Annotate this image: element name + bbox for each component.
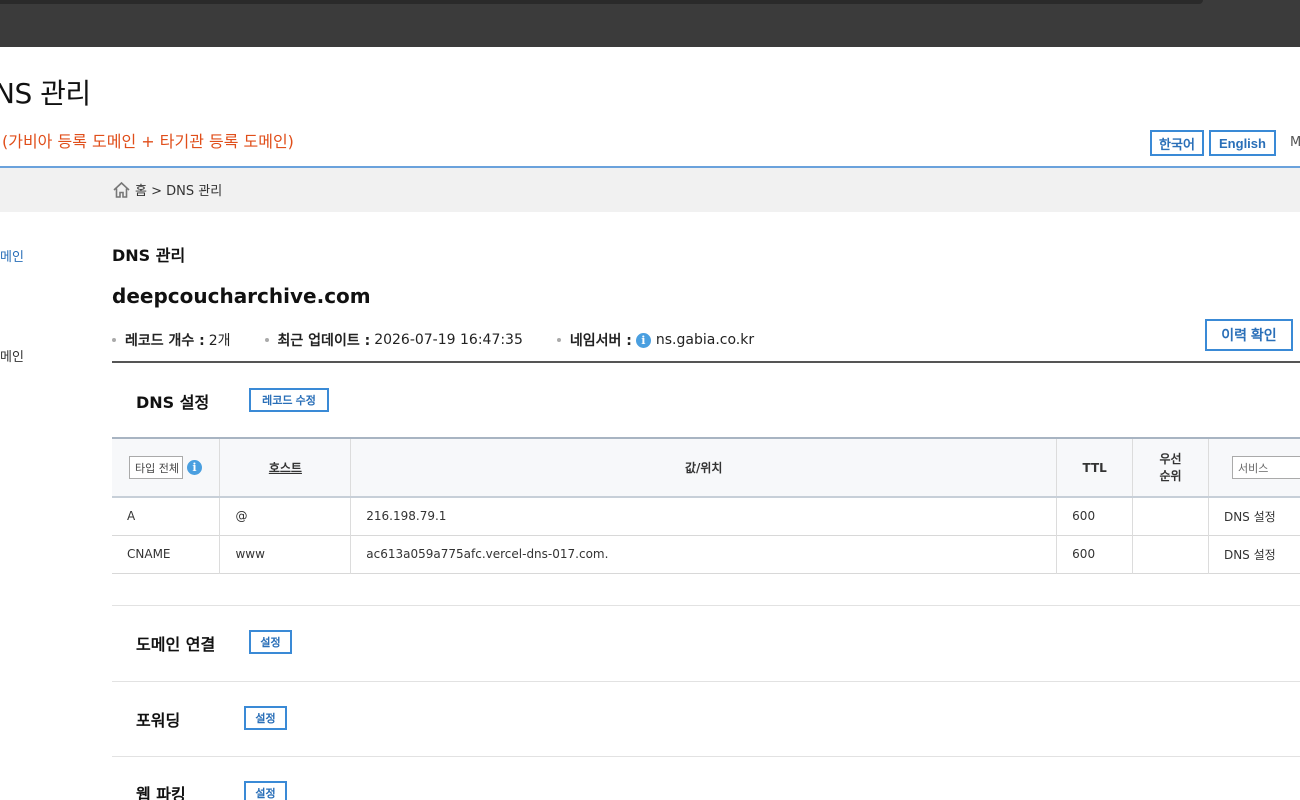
- dns-records-table: 타입 전체 i 호스트 값/위치 TTL 우선 순위 서비스 A @ 216.1…: [112, 437, 1300, 574]
- breadcrumb-text: 홈 > DNS 관리: [135, 184, 223, 199]
- page-title: NS 관리: [0, 77, 91, 110]
- record-count: 레코드 개수 : 2개: [112, 330, 231, 350]
- table-header-row: 타입 전체 i 호스트 값/위치 TTL 우선 순위 서비스: [112, 438, 1300, 497]
- domain-link-settings-button[interactable]: 설정: [249, 630, 292, 654]
- section-title: DNS 관리: [112, 246, 186, 265]
- browser-topbar: [0, 0, 1300, 47]
- service-header: 서비스: [1208, 438, 1300, 497]
- type-filter-select[interactable]: 타입 전체: [129, 456, 183, 479]
- bullet-icon: [556, 338, 561, 342]
- record-host: www: [219, 535, 352, 573]
- lang-korean-button[interactable]: 한국어: [1150, 130, 1204, 156]
- record-type: A: [112, 497, 221, 535]
- web-parking-settings-button[interactable]: 설정: [244, 781, 287, 800]
- sidebar-item-2[interactable]: 메인: [0, 346, 24, 365]
- host-header[interactable]: 호스트: [219, 438, 352, 497]
- last-update: 최근 업데이트 : 2026-07-19 16:47:35: [264, 330, 523, 350]
- web-parking-title: 웹 파킹: [136, 785, 186, 800]
- service-filter-select[interactable]: 서비스: [1231, 456, 1300, 479]
- breadcrumb: 홈 > DNS 관리: [112, 180, 222, 199]
- info-icon[interactable]: i: [187, 460, 202, 475]
- record-value: ac613a059a775afc.vercel-dns-017.com.: [350, 535, 1058, 573]
- domain-meta: 레코드 개수 : 2개 최근 업데이트 : 2026-07-19 16:47:3…: [112, 330, 788, 350]
- forwarding-title: 포워딩: [136, 711, 181, 730]
- history-button[interactable]: 이력 확인: [1205, 319, 1293, 351]
- edit-records-button[interactable]: 레코드 수정: [249, 388, 329, 412]
- topbar-edge: [0, 0, 1203, 4]
- bullet-icon: [264, 338, 269, 342]
- type-header: 타입 전체 i: [112, 438, 221, 497]
- lang-more-link[interactable]: M: [1290, 135, 1300, 150]
- info-icon[interactable]: i: [635, 332, 651, 348]
- forwarding-settings-button[interactable]: 설정: [244, 706, 287, 730]
- sidebar-item-1[interactable]: 메인: [0, 246, 24, 265]
- record-ttl: 600: [1056, 497, 1134, 535]
- ttl-header: TTL: [1056, 438, 1134, 497]
- record-service: DNS 설정: [1223, 547, 1276, 562]
- record-ttl: 600: [1056, 535, 1134, 573]
- record-value: 216.198.79.1: [350, 497, 1058, 535]
- bullet-icon: [112, 338, 116, 342]
- page-subtitle: (가비아 등록 도메인 + 타기관 등록 도메인): [2, 132, 294, 151]
- priority-header: 우선 순위: [1132, 438, 1209, 497]
- table-row: A @ 216.198.79.1 600 DNS 설정: [112, 497, 1300, 535]
- section-divider: [112, 681, 1300, 682]
- value-header: 값/위치: [350, 438, 1058, 497]
- section-divider: [112, 605, 1300, 606]
- home-icon[interactable]: [112, 181, 131, 199]
- domain-link-title: 도메인 연결: [136, 635, 216, 654]
- record-priority: [1132, 497, 1209, 535]
- section-divider: [112, 756, 1300, 757]
- dns-settings-title: DNS 설정: [136, 393, 210, 412]
- record-priority: [1132, 535, 1209, 573]
- nameserver: 네임서버 : i ns.gabia.co.kr: [556, 330, 754, 350]
- record-type: CNAME: [112, 535, 221, 573]
- record-service: DNS 설정: [1223, 509, 1276, 524]
- table-row: CNAME www ac613a059a775afc.vercel-dns-01…: [112, 535, 1300, 573]
- domain-name: deepcoucharchive.com: [112, 284, 371, 308]
- record-host: @: [219, 497, 352, 535]
- lang-english-button[interactable]: English: [1209, 130, 1276, 156]
- section-divider: [112, 361, 1300, 363]
